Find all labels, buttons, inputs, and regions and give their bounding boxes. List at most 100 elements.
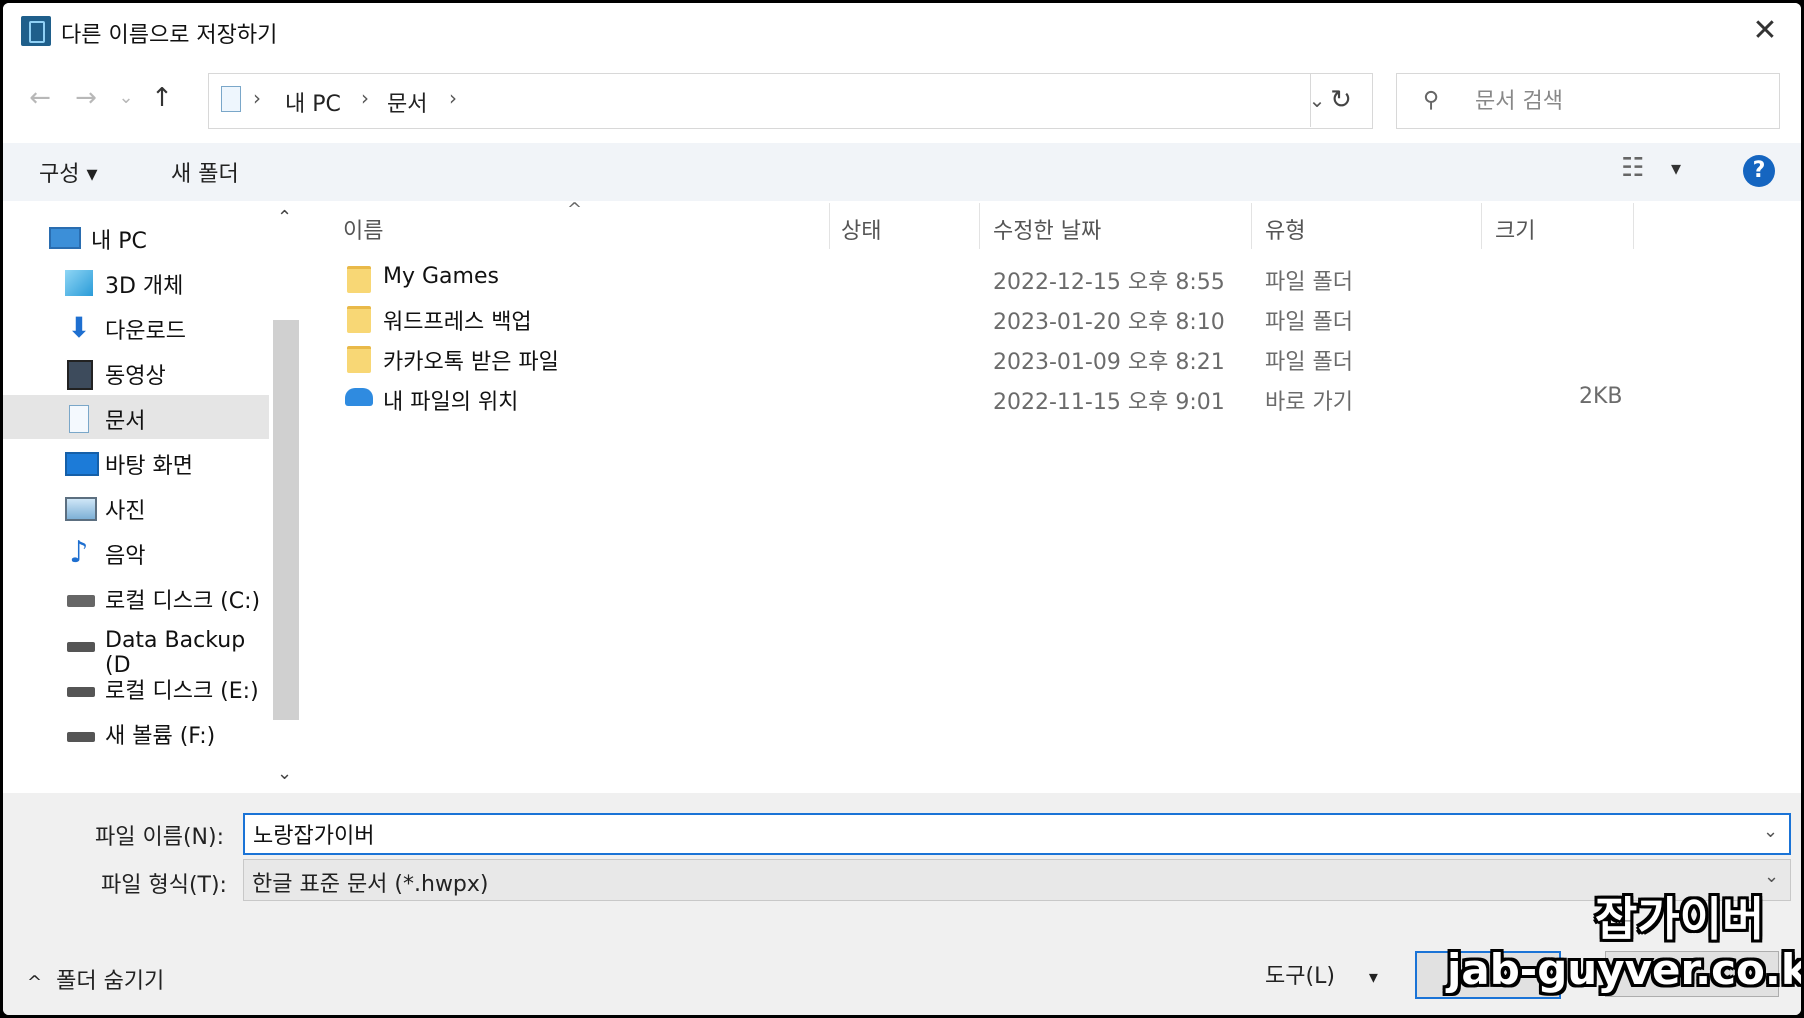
sidebar-item-label: 바탕 화면 [105,454,193,479]
save-as-dialog: 다른 이름으로 저장하기 ✕ ← → ⌄ ↑ › 내 PC › 문서 › ⌄ ↻… [3,3,1801,1015]
sidebar-item-videos[interactable]: 동영상 [3,350,269,394]
column-header-date[interactable]: 수정한 날짜 [993,213,1101,245]
view-icon[interactable]: ☷ [1621,153,1644,183]
tools-label: 도구(L) [1265,964,1335,989]
sidebar-item-documents[interactable]: 문서 [3,395,269,439]
desktop-icon [65,452,99,476]
search-input[interactable] [1473,84,1767,118]
hide-folders-label: 폴더 숨기기 [56,969,165,994]
column-header-status[interactable]: 상태 [841,213,881,245]
filename-input[interactable] [251,817,1735,851]
title-bar: 다른 이름으로 저장하기 ✕ [3,3,1801,59]
file-type: 파일 폴더 [1265,270,1353,295]
help-icon[interactable]: ? [1743,155,1775,187]
forward-arrow-icon[interactable]: → [69,81,103,115]
watermark-title: 잡가이버 [1595,892,1765,946]
chevron-up-icon: ^ [27,972,43,993]
search-icon: ⚲ [1423,88,1440,113]
breadcrumb-documents[interactable]: 문서 [387,86,427,118]
file-type: 파일 폴더 [1265,350,1353,375]
sidebar-item-drive-c[interactable]: 로컬 디스크 (C:) [3,575,269,619]
drive-icon [67,732,95,742]
sidebar-item-drive-e[interactable]: 로컬 디스크 (E:) [3,665,269,709]
cube-icon [65,270,93,296]
music-icon: ♪ [69,535,89,570]
file-name: My Games [383,264,499,289]
close-button[interactable]: ✕ [1743,11,1787,51]
breadcrumb-my-pc[interactable]: 내 PC [285,86,341,118]
sidebar-item-label: 3D 개체 [105,274,184,299]
sidebar-item-label: 다운로드 [105,319,186,344]
column-divider[interactable] [1481,203,1482,249]
column-divider[interactable] [1251,203,1252,249]
sidebar-item-label: 로컬 디스크 (E:) [105,679,259,704]
table-row[interactable]: 카카오톡 받은 파일 2023-01-09 오후 8:21 파일 폴더 [305,338,1801,376]
document-icon [69,405,89,433]
file-date: 2022-12-15 오후 8:55 [993,270,1225,295]
video-icon [67,360,93,390]
file-date: 2023-01-09 오후 8:21 [993,350,1225,375]
sidebar-item-my-pc[interactable]: 내 PC [3,215,269,259]
column-header-size[interactable]: 크기 [1495,213,1535,245]
sidebar-item-label: 로컬 디스크 (C:) [105,589,261,614]
sidebar-item-downloads[interactable]: ⬇ 다운로드 [3,305,269,349]
sidebar-item-label: 사진 [105,499,146,524]
search-box[interactable]: ⚲ [1396,73,1780,129]
column-header-type[interactable]: 유형 [1265,213,1305,245]
drive-icon [67,642,95,652]
sidebar-item-desktop[interactable]: 바탕 화면 [3,440,269,484]
recent-locations-icon[interactable]: ⌄ [109,81,143,115]
up-arrow-icon[interactable]: ↑ [145,81,179,115]
breadcrumb-separator: › [361,86,369,110]
file-list: ^ 이름 상태 수정한 날짜 유형 크기 My Games 2022-12-15… [305,199,1801,793]
file-date: 2023-01-20 오후 8:10 [993,310,1225,335]
filetype-select[interactable]: 한글 표준 문서 (*.hwpx) ⌄ [243,859,1791,901]
scrollbar-thumb[interactable] [273,320,299,720]
address-bar[interactable]: › 내 PC › 문서 › ⌄ ↻ [208,73,1373,129]
file-size: 2KB [1579,384,1623,409]
sidebar-item-drive-d[interactable]: Data Backup (D [3,620,269,678]
new-folder-button[interactable]: 새 폴더 [171,156,239,188]
column-divider[interactable] [1633,203,1634,249]
sidebar-item-label: 문서 [105,409,146,434]
table-row[interactable]: My Games 2022-12-15 오후 8:55 파일 폴더 [305,258,1801,296]
picture-icon [65,497,97,521]
sort-ascending-icon: ^ [567,199,583,220]
column-header-name[interactable]: 이름 [343,213,383,245]
table-row[interactable]: 워드프레스 백업 2023-01-20 오후 8:10 파일 폴더 [305,298,1801,336]
scroll-up-icon[interactable]: ⌃ [277,207,292,228]
sidebar-scrollbar[interactable]: ⌃ ⌄ [271,203,301,793]
chevron-down-icon[interactable]: ⌄ [1764,866,1779,887]
drive-c-icon [67,595,95,607]
scroll-down-icon[interactable]: ⌄ [277,763,292,784]
tools-dropdown-icon: ▾ [1368,967,1378,988]
file-type: 바로 가기 [1265,390,1353,415]
navigation-pane: 내 PC 3D 개체 ⬇ 다운로드 동영상 문서 바탕 화면 사진 ♪ 음악 로… [3,203,271,793]
breadcrumb-separator: › [449,86,457,110]
hwp-app-icon [21,16,51,46]
sidebar-item-label: 새 볼륨 (F:) [105,724,216,749]
refresh-icon[interactable]: ↻ [1310,73,1371,127]
pc-icon [49,227,81,249]
sidebar-item-drive-f[interactable]: 새 볼륨 (F:) [3,710,269,754]
sidebar-item-music[interactable]: ♪ 음악 [3,530,269,574]
filename-field[interactable]: ⌄ [243,813,1791,855]
organize-menu[interactable]: 구성 ▾ [39,156,98,188]
back-arrow-icon[interactable]: ← [23,81,57,115]
folder-icon [347,266,371,293]
hide-folders-button[interactable]: ^ 폴더 숨기기 [27,963,164,995]
file-type: 파일 폴더 [1265,310,1353,335]
sidebar-item-3d-objects[interactable]: 3D 개체 [3,260,269,304]
table-row[interactable]: 내 파일의 위치 2022-11-15 오후 9:01 바로 가기 2KB [305,378,1801,416]
breadcrumb-separator: › [253,86,261,110]
sidebar-item-pictures[interactable]: 사진 [3,485,269,529]
sidebar-item-label: 음악 [105,544,146,569]
column-divider[interactable] [979,203,980,249]
tools-menu[interactable]: 도구(L) ▾ [1265,958,1378,990]
file-date: 2022-11-15 오후 9:01 [993,390,1225,415]
cloud-shortcut-icon [345,388,373,406]
column-divider[interactable] [829,203,830,249]
chevron-down-icon[interactable]: ⌄ [1763,821,1778,842]
view-dropdown-icon[interactable]: ▾ [1671,156,1681,180]
file-name: 워드프레스 백업 [383,310,532,335]
